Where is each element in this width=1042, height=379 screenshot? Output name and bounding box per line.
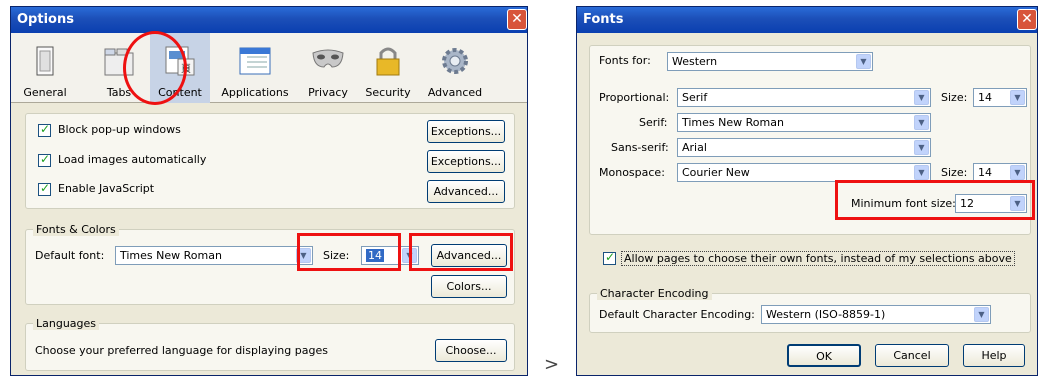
options-title: Options (17, 12, 74, 27)
default-font-select[interactable]: Times New Roman ▼ (115, 246, 313, 265)
load-images-label: Load images automatically (58, 153, 207, 166)
fonts-for-label: Fonts for: (599, 54, 651, 67)
encoding-title: Character Encoding (597, 287, 712, 300)
sans-serif-value: Arial (682, 141, 707, 154)
load-images-checkbox[interactable] (38, 152, 51, 167)
size-highlight-box (297, 233, 401, 271)
popup-exceptions-button[interactable]: Exceptions... (427, 120, 505, 143)
sans-serif-label: Sans-serif: (611, 141, 669, 154)
choose-language-button[interactable]: Choose... (435, 339, 507, 362)
proportional-value: Serif (682, 91, 708, 104)
javascript-advanced-button[interactable]: Advanced... (427, 180, 505, 203)
proportional-select[interactable]: Serif ▼ (677, 88, 931, 107)
proportional-size-label: Size: (941, 91, 968, 104)
sans-serif-select[interactable]: Arial ▼ (677, 138, 931, 157)
gear-icon (442, 48, 468, 74)
chevron-down-icon: ▼ (914, 140, 929, 155)
options-window: Options ✕ General Tabs 頁 Content Applica… (10, 6, 528, 376)
images-exceptions-button[interactable]: Exceptions... (427, 150, 505, 173)
tab-label: Advanced (427, 86, 483, 99)
chevron-down-icon: ▼ (856, 54, 871, 69)
help-button[interactable]: Help (963, 344, 1025, 367)
tab-privacy[interactable]: Privacy (303, 33, 353, 103)
monospace-size-label: Size: (941, 166, 968, 179)
fonts-window: Fonts ✕ Fonts for: Western ▼ Proportiona… (576, 6, 1038, 376)
fonts-titlebar: Fonts ✕ (577, 7, 1037, 33)
proportional-size-select[interactable]: 14 ▼ (973, 88, 1027, 107)
chevron-down-icon: ▼ (914, 90, 929, 105)
privacy-mask-icon (312, 49, 344, 68)
proportional-size-value: 14 (978, 91, 992, 104)
tab-general[interactable]: General (17, 33, 73, 103)
tab-label: Privacy (308, 86, 348, 99)
serif-select[interactable]: Times New Roman ▼ (677, 113, 931, 132)
close-icon[interactable]: ✕ (1017, 9, 1037, 30)
encoding-select[interactable]: Western (ISO-8859-1) ▼ (761, 305, 991, 324)
ok-button[interactable]: OK (787, 344, 861, 367)
options-toolbar: General Tabs 頁 Content Applications Priv… (11, 33, 527, 103)
tab-label: Applications (221, 86, 289, 99)
tab-label: General (23, 86, 67, 99)
tab-security[interactable]: Security (363, 33, 413, 103)
serif-label: Serif: (639, 116, 668, 129)
chevron-down-icon: ▼ (1010, 165, 1025, 180)
monospace-value: Courier New (682, 166, 750, 179)
general-icon (36, 46, 54, 76)
tab-applications[interactable]: Applications (217, 33, 293, 103)
block-popups-checkbox[interactable] (38, 122, 51, 137)
languages-text: Choose your preferred language for displ… (35, 344, 328, 357)
allow-pages-fonts-label: Allow pages to choose their own fonts, i… (621, 251, 1015, 266)
default-font-value: Times New Roman (120, 249, 222, 262)
monospace-size-value: 14 (978, 166, 992, 179)
encoding-value: Western (ISO-8859-1) (766, 308, 886, 321)
close-icon[interactable]: ✕ (507, 9, 527, 30)
chevron-down-icon: ▼ (1010, 90, 1025, 105)
content-highlight-circle (123, 31, 187, 105)
block-popups-label: Block pop-up windows (58, 123, 181, 136)
chevron-down-icon: ▼ (914, 165, 929, 180)
proportional-label: Proportional: (599, 91, 670, 104)
cancel-button[interactable]: Cancel (875, 344, 949, 367)
fonts-for-value: Western (672, 55, 718, 68)
fonts-for-select[interactable]: Western ▼ (667, 52, 873, 71)
languages-title: Languages (33, 317, 100, 330)
fonts-title: Fonts (583, 12, 624, 27)
fonts-colors-title: Fonts & Colors (33, 223, 119, 236)
colors-button[interactable]: Colors... (431, 275, 507, 298)
arrow-separator: > (544, 354, 560, 375)
minimum-size-highlight-box (835, 180, 1035, 220)
encoding-label: Default Character Encoding: (599, 308, 755, 321)
chevron-down-icon: ▼ (914, 115, 929, 130)
monospace-label: Monospace: (599, 166, 665, 179)
default-font-label: Default font: (35, 249, 105, 262)
applications-icon (239, 47, 271, 75)
tab-label: Security (365, 86, 411, 99)
allow-pages-fonts-checkbox[interactable] (603, 250, 616, 265)
chevron-down-icon: ▼ (974, 307, 989, 322)
lock-icon (376, 47, 400, 76)
serif-value: Times New Roman (682, 116, 784, 129)
options-titlebar: Options ✕ (11, 7, 527, 33)
enable-javascript-label: Enable JavaScript (58, 182, 155, 195)
enable-javascript-checkbox[interactable] (38, 181, 51, 196)
tab-advanced[interactable]: Advanced (423, 33, 487, 103)
advanced-highlight-box (409, 233, 513, 271)
